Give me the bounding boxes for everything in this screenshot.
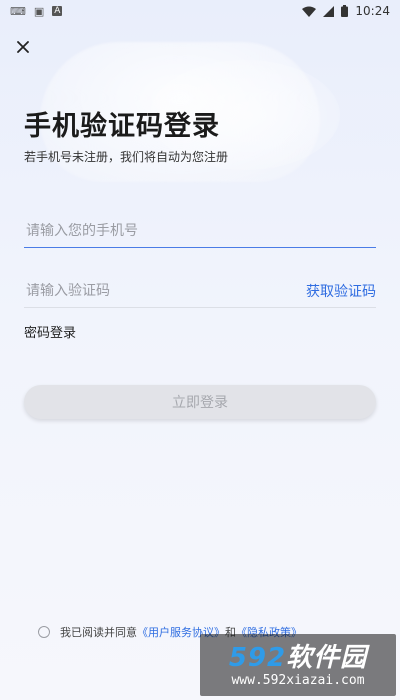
page-title: 手机验证码登录 [24, 111, 220, 142]
watermark: 592软件园 www.592xiazai.com [200, 634, 396, 696]
watermark-logo: 592软件园 [229, 643, 367, 673]
close-icon [17, 41, 29, 53]
status-bar: ⌨ ▣ A 10:24 [0, 0, 400, 22]
keyboard-icon: ⌨ [10, 4, 26, 18]
password-login-link[interactable]: 密码登录 [24, 322, 76, 341]
status-time: 10:24 [355, 4, 390, 18]
get-code-button[interactable]: 获取验证码 [306, 281, 376, 301]
wifi-icon [302, 6, 317, 17]
phone-input[interactable] [24, 222, 376, 239]
watermark-logo-number: 592 [228, 642, 287, 673]
sim-icon: ▣ [33, 4, 45, 18]
agreement-prefix: 我已阅读并同意 [60, 626, 137, 639]
phone-field-container [24, 214, 376, 248]
login-button[interactable]: 立即登录 [24, 385, 376, 419]
close-button[interactable] [12, 36, 34, 58]
watermark-logo-text: 软件园 [286, 642, 368, 673]
notification-a-icon: A [52, 6, 63, 16]
watermark-url: www.592xiazai.com [231, 672, 365, 688]
battery-icon [341, 5, 349, 17]
code-field-container: 获取验证码 [24, 274, 376, 308]
verification-code-input[interactable] [24, 282, 268, 299]
agreement-checkbox[interactable] [38, 626, 50, 638]
page-subtitle: 若手机号未注册，我们将自动为您注册 [24, 150, 229, 164]
status-right: 10:24 [302, 4, 390, 18]
status-left: ⌨ ▣ A [10, 4, 63, 18]
signal-icon [323, 5, 335, 17]
